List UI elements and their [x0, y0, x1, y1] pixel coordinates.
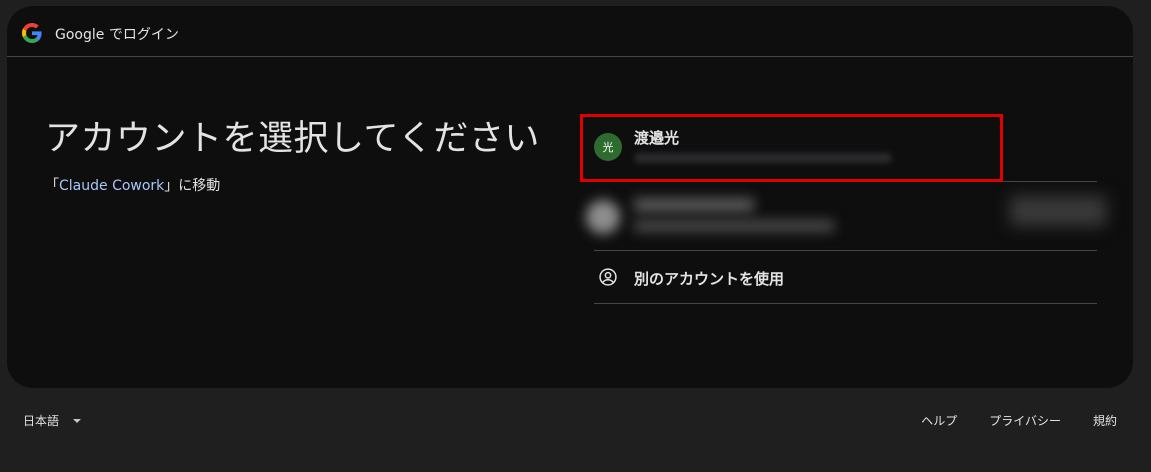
subtitle: 「Claude Cowork」に移動 [45, 175, 220, 195]
account-list: 光 渡邉光 別のアカウントを使用 [580, 114, 1106, 304]
page: Google でログイン アカウントを選択してください 「Claude Cowo… [0, 0, 1151, 472]
account-name-redacted [634, 198, 754, 212]
use-another-account-button[interactable]: 別のアカウントを使用 [594, 251, 1097, 304]
avatar-redacted [586, 200, 620, 234]
google-g-logo-icon [22, 23, 42, 43]
page-title: アカウントを選択してください [45, 119, 540, 159]
terms-link[interactable]: 規約 [1093, 412, 1117, 429]
help-link[interactable]: ヘルプ [921, 412, 957, 429]
account-email-redacted [634, 153, 892, 163]
signin-card: Google でログイン アカウントを選択してください 「Claude Cowo… [7, 6, 1133, 388]
language-label: 日本語 [23, 414, 60, 428]
highlight-box [580, 114, 1003, 182]
app-link[interactable]: Claude Cowork [59, 178, 164, 194]
use-another-account-label: 別のアカウントを使用 [634, 270, 785, 288]
privacy-link[interactable]: プライバシー [989, 412, 1061, 429]
account-item-redacted[interactable] [586, 182, 1106, 251]
language-selector[interactable]: 日本語 [23, 412, 82, 429]
title-section: アカウントを選択してください [45, 110, 565, 161]
caret-down-icon [73, 418, 82, 423]
avatar: 光 [594, 133, 622, 161]
account-email-redacted [634, 220, 834, 232]
account-item[interactable]: 光 渡邉光 [580, 114, 1097, 182]
subtitle-suffix: 」に移動 [164, 178, 221, 194]
subtitle-prefix: 「 [45, 178, 59, 194]
account-status-redacted [1010, 196, 1106, 226]
account-circle-icon [599, 268, 617, 286]
account-name: 渡邉光 [634, 129, 680, 147]
header-title: Google でログイン [55, 27, 179, 43]
card-header: Google でログイン [7, 6, 1133, 57]
footer-links: ヘルプ プライバシー 規約 [889, 412, 1117, 429]
